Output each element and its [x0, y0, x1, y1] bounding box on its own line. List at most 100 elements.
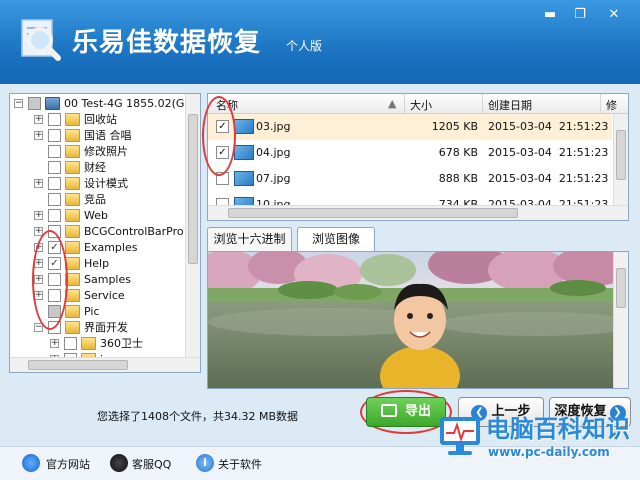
support-qq-link[interactable]: 客服QQ [110, 454, 172, 472]
tree-node-label: 00 Test-4G 1855.02(GB) [64, 97, 197, 110]
preview-photo [208, 252, 628, 388]
export-icon [380, 404, 397, 417]
file-list-scroll-thumb[interactable] [616, 130, 626, 180]
tree-node[interactable]: + Web [10, 208, 186, 224]
watermark-url: www.pc-daily.com [488, 445, 610, 459]
file-name: 04.jpg [256, 146, 291, 159]
file-name: 03.jpg [256, 120, 291, 133]
sort-arrow-icon: ▲ [388, 97, 397, 110]
tree-checkbox[interactable] [48, 193, 61, 206]
tree-node-label: 修改照片 [84, 145, 128, 158]
tree-node-label: 设计模式 [84, 177, 128, 190]
expand-toggle-icon[interactable]: − [14, 99, 23, 108]
tree-hscroll-thumb[interactable] [28, 360, 128, 370]
expand-toggle-icon[interactable]: + [34, 179, 43, 188]
tree-checkbox[interactable] [48, 113, 61, 126]
maximize-button[interactable]: ❐ [566, 4, 594, 26]
tree-checkbox[interactable] [48, 145, 61, 158]
info-icon: i [196, 454, 214, 472]
minimize-button[interactable]: ▬ [536, 4, 564, 26]
expand-toggle-icon[interactable]: + [34, 115, 43, 124]
folder-icon [65, 129, 80, 142]
close-button[interactable]: ✕ [600, 4, 628, 26]
preview-vertical-scrollbar[interactable] [613, 252, 628, 388]
support-qq-label: 客服QQ [132, 458, 172, 471]
column-divider [482, 94, 483, 114]
folder-icon [65, 193, 80, 206]
official-site-link[interactable]: 官方网站 [22, 454, 90, 472]
about-link[interactable]: i 关于软件 [196, 454, 262, 472]
column-created[interactable]: 创建日期 [488, 97, 532, 113]
expand-toggle-icon[interactable]: + [34, 131, 43, 140]
tree-node-label: Samples [84, 273, 131, 286]
tree-node[interactable]: + 国语 合唱 [10, 128, 186, 144]
file-list: 名称 ▲ 大小 创建日期 修 ✓ 03.jpg 1205 KB 2015-03-04 … [207, 93, 629, 221]
column-divider [404, 94, 405, 114]
app-edition: 个人版 [286, 39, 323, 53]
magnifier-logo-icon [21, 19, 61, 61]
tree-node[interactable]: 竞品 [10, 192, 186, 208]
tree-node-label: Examples [84, 241, 138, 254]
file-size: 1205 KB [431, 120, 478, 133]
folder-icon [65, 241, 80, 254]
file-size: 888 KB [438, 172, 478, 185]
official-site-label: 官方网站 [46, 458, 90, 471]
annotation-circle [202, 96, 236, 176]
tab-hex-view[interactable]: 浏览十六进制 [207, 227, 292, 251]
file-list-hscroll-thumb[interactable] [228, 208, 518, 218]
file-row[interactable]: ✓ 03.jpg 1205 KB 2015-03-04 21:51:23 [208, 114, 612, 140]
tree-node-label: Pic [84, 305, 100, 318]
column-divider [600, 94, 601, 114]
file-row[interactable]: ✓ 04.jpg 678 KB 2015-03-04 21:51:23 [208, 140, 612, 166]
tree-checkbox[interactable] [48, 129, 61, 142]
tree-node-label: 界面开发 [84, 321, 128, 334]
tree-horizontal-scrollbar[interactable] [10, 357, 200, 372]
preview-scroll-thumb[interactable] [616, 268, 626, 308]
tree-checkbox[interactable] [64, 337, 77, 350]
folder-icon [65, 177, 80, 190]
app-title: 乐易佳数据恢复 [72, 28, 262, 58]
file-list-horizontal-scrollbar[interactable] [208, 205, 628, 220]
file-list-header: 名称 ▲ 大小 创建日期 修 [208, 94, 628, 114]
export-button-label: 导出 [404, 404, 431, 419]
file-size: 678 KB [438, 146, 478, 159]
tree-node[interactable]: 修改照片 [10, 144, 186, 160]
tree-vertical-scrollbar[interactable] [185, 94, 200, 358]
folder-icon [65, 145, 80, 158]
folder-tree: − 00 Test-4G 1855.02(GB) + 回收站 + 国语 合唱 修改照片 财经 +… [9, 93, 201, 373]
folder-icon [65, 321, 80, 334]
folder-icon [65, 225, 80, 238]
tree-node[interactable]: + 设计模式 [10, 176, 186, 192]
tab-image-preview[interactable]: 浏览图像 [297, 227, 375, 251]
tree-checkbox[interactable] [28, 97, 41, 110]
tree-scroll-thumb[interactable] [188, 114, 198, 264]
tree-node-label: 竞品 [84, 193, 106, 206]
file-created-date: 2015-03-04 21:51:23 [488, 146, 609, 159]
tree-checkbox[interactable] [48, 209, 61, 222]
tree-node[interactable]: 财经 [10, 160, 186, 176]
image-file-icon [234, 171, 254, 186]
column-modified[interactable]: 修 [606, 97, 617, 113]
expand-toggle-icon[interactable]: + [50, 339, 59, 348]
tree-node[interactable]: + BCGControlBarPro15 [10, 224, 198, 240]
folder-icon [65, 113, 80, 126]
tree-checkbox[interactable] [48, 177, 61, 190]
tree-node[interactable]: − 00 Test-4G 1855.02(GB) [10, 96, 196, 112]
qq-penguin-icon [110, 454, 128, 472]
tree-node[interactable]: − 界面开发 [10, 320, 186, 336]
image-file-icon [234, 145, 254, 160]
tree-node-label: 国语 合唱 [84, 129, 132, 142]
tree-node[interactable]: +360卫士 [10, 336, 186, 352]
file-row[interactable]: 07.jpg 888 KB 2015-03-04 21:51:23 [208, 166, 612, 192]
monitor-logo-icon [440, 417, 480, 455]
about-label: 关于软件 [218, 458, 262, 471]
tree-node-label: 财经 [84, 161, 106, 174]
tree-node[interactable]: + 回收站 [10, 112, 186, 128]
expand-toggle-icon[interactable]: + [34, 211, 43, 220]
column-size[interactable]: 大小 [410, 97, 432, 113]
tree-checkbox[interactable] [48, 161, 61, 174]
file-list-vertical-scrollbar[interactable] [613, 114, 628, 206]
drive-icon [45, 97, 60, 110]
selection-status: 您选择了1408个文件，共34.32 MB数据 [97, 410, 299, 423]
tree-node-label: Web [84, 209, 108, 222]
